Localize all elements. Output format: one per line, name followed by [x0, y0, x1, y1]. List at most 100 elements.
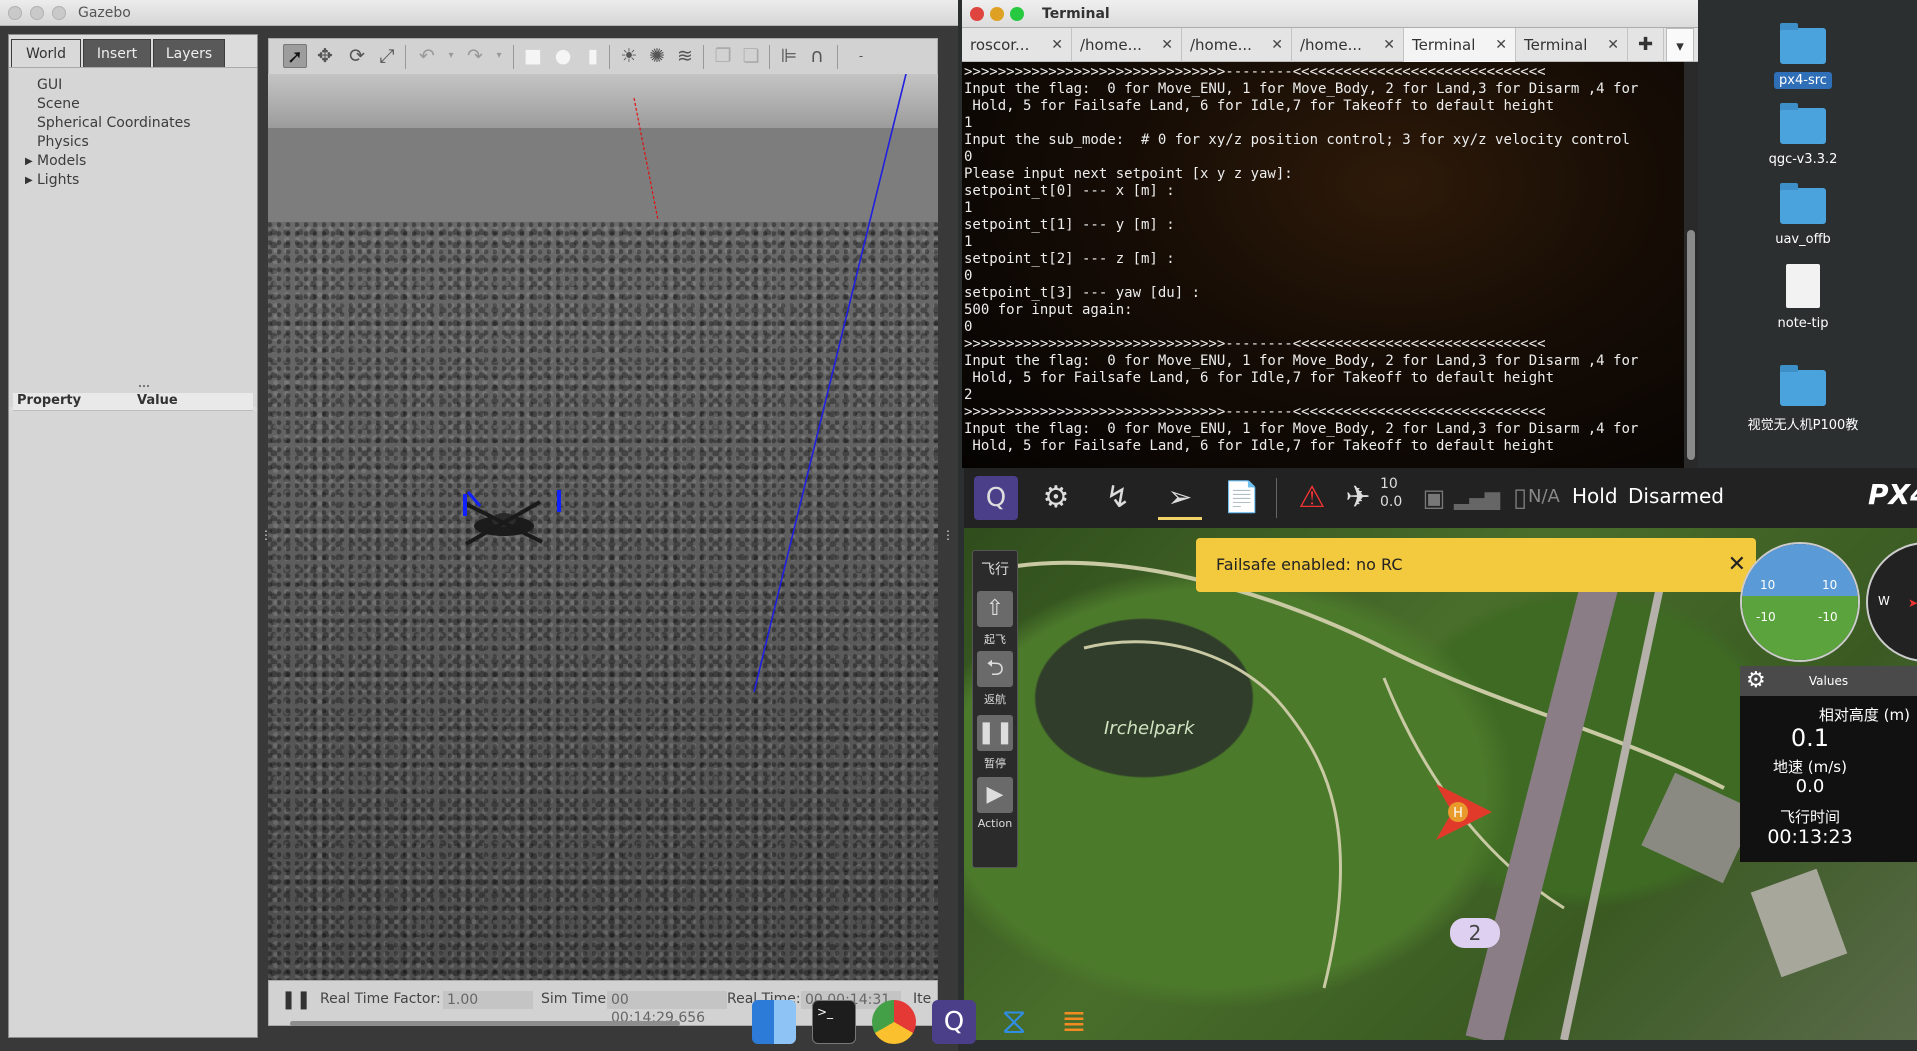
chrome-icon[interactable] — [872, 1000, 916, 1044]
minimize-window-button[interactable] — [990, 7, 1004, 21]
terminal-title: Terminal — [1042, 6, 1110, 22]
pause-icon[interactable]: ❚❚ — [281, 989, 311, 1010]
close-icon[interactable]: ✕ — [1607, 28, 1619, 62]
terminal-line: Input the flag: 0 for Move_ENU, 1 for Mo… — [964, 353, 1639, 369]
waypoint-badge[interactable]: 2 — [1450, 918, 1500, 948]
takeoff-arrow-up-icon[interactable]: ⇧ — [977, 591, 1013, 627]
expand-arrow-icon[interactable]: ▶ — [25, 152, 33, 171]
relative-altitude-value: 0.1 — [1790, 724, 1830, 752]
tab-menu-chevron-down-icon[interactable]: ▾ — [1666, 28, 1694, 62]
terminal-line: >>>>>>>>>>>>>>>>>>>>>>>>>>>>>>>--------<… — [964, 336, 1546, 352]
copy-icon[interactable]: ❐ — [711, 44, 735, 68]
terminal-line: 500 for input again: — [964, 302, 1133, 318]
gazebo-3d-viewport[interactable] — [268, 74, 938, 980]
cylinder-shape-icon[interactable]: ▮ — [581, 44, 605, 68]
close-icon[interactable]: ✕ — [1495, 28, 1507, 62]
tab-layers[interactable]: Layers — [153, 39, 225, 67]
terminal-tab[interactable]: Terminal ✕ — [1516, 28, 1628, 62]
scale-mode-icon[interactable]: ⤢ — [375, 44, 399, 68]
return-rtl-icon[interactable]: ⮌ — [977, 651, 1013, 687]
rc-transmitter-icon[interactable]: ▣ — [1412, 476, 1456, 520]
finder-icon[interactable] — [752, 1000, 796, 1044]
fly-paper-plane-icon[interactable]: ➢ — [1158, 476, 1202, 520]
paste-icon[interactable]: ❏ — [739, 44, 763, 68]
sim-time-value: 00 00:14:29.656 — [607, 991, 727, 1026]
terminal-scrollbar[interactable] — [1684, 62, 1698, 468]
tab-world[interactable]: World — [11, 39, 81, 67]
terminal-tab[interactable]: roscor... ✕ — [962, 28, 1072, 62]
pause-icon[interactable]: ❚❚ — [977, 715, 1014, 751]
spot-light-icon[interactable]: ✺ — [645, 44, 669, 68]
minimize-window-button[interactable] — [30, 6, 44, 20]
qgc-logo-button[interactable]: Q — [974, 476, 1018, 520]
tree-item-lights[interactable]: ▶ Lights — [25, 171, 79, 190]
magnet-snap-icon[interactable]: ∩ — [805, 44, 829, 68]
terminal-line: 0 — [964, 319, 973, 335]
new-tab-plus-icon[interactable]: ✚ — [1628, 28, 1664, 62]
relative-altitude-label: 相对高度 (m) — [1818, 706, 1910, 724]
desktop-icon-p100[interactable]: 视觉无人机P100教 — [1733, 365, 1873, 433]
panel-splitter[interactable] — [139, 385, 149, 389]
tab-insert[interactable]: Insert — [83, 39, 151, 67]
vscode-icon[interactable]: ⧖ — [992, 1000, 1036, 1044]
chevron-down-icon[interactable]: ▾ — [487, 44, 511, 68]
expand-arrow-icon[interactable]: ▶ — [25, 171, 33, 190]
close-icon[interactable]: ✕ — [1051, 28, 1063, 62]
align-icon[interactable]: ⊫ — [777, 44, 801, 68]
terminal-output[interactable]: >>>>>>>>>>>>>>>>>>>>>>>>>>>>>>>--------<… — [962, 62, 1684, 468]
close-window-button[interactable] — [970, 7, 984, 21]
more-icon[interactable]: - — [849, 44, 873, 68]
fly-tools-title: 飞行 — [981, 562, 1009, 578]
terminal-tab[interactable]: /home... ✕ — [1292, 28, 1404, 62]
attitude-indicator: 10 10 -10 -10 — [1740, 542, 1860, 662]
tree-item-models[interactable]: ▶ Models — [25, 152, 86, 171]
maximize-window-button[interactable] — [1010, 7, 1024, 21]
home-position-marker[interactable]: H — [1434, 782, 1494, 842]
analyze-doc-icon[interactable]: 📄 — [1220, 476, 1264, 520]
rotate-mode-icon[interactable]: ⟳ — [345, 44, 369, 68]
desktop-icon-note-tip[interactable]: note-tip — [1733, 264, 1873, 331]
select-mode-icon[interactable]: ➚ — [283, 44, 307, 68]
qgroundcontrol-app-icon[interactable]: Q — [932, 1000, 976, 1044]
undo-icon[interactable]: ↶ — [415, 44, 439, 68]
scrollbar-thumb[interactable] — [1687, 230, 1695, 460]
terminal-tab[interactable]: /home... ✕ — [1072, 28, 1182, 62]
terminal-tab[interactable]: /home... ✕ — [1182, 28, 1292, 62]
desktop-icon-px4-src[interactable]: px4-src — [1733, 23, 1873, 89]
plan-route-icon[interactable]: ↯ — [1096, 476, 1140, 520]
chevron-down-icon[interactable]: ▾ — [439, 44, 463, 68]
close-icon[interactable]: ✕ — [1271, 28, 1283, 62]
settings-gears-icon[interactable]: ⚙ — [1034, 476, 1078, 520]
terminal-tab-active[interactable]: Terminal ✕ — [1404, 28, 1516, 62]
tree-item-physics[interactable]: Physics — [37, 133, 89, 152]
tree-item-spherical-coordinates[interactable]: Spherical Coordinates — [37, 114, 191, 133]
box-shape-icon[interactable]: ■ — [521, 44, 545, 68]
close-window-button[interactable] — [8, 6, 22, 20]
arm-state[interactable]: Disarmed — [1628, 484, 1724, 508]
redo-icon[interactable]: ↷ — [463, 44, 487, 68]
directional-light-icon[interactable]: ≋ — [673, 44, 697, 68]
ground-speed-label: 地速 (m/s) — [1773, 758, 1847, 776]
desktop-icon-label: qgc-v3.3.2 — [1768, 152, 1838, 167]
warning-icon[interactable]: ⚠ — [1290, 476, 1334, 520]
play-action-icon[interactable]: ▶ — [977, 777, 1013, 813]
tree-item-scene[interactable]: Scene — [37, 95, 80, 114]
horizontal-scrollbar[interactable] — [290, 1021, 680, 1026]
gear-icon[interactable]: ⚙ — [1746, 666, 1766, 696]
flight-mode[interactable]: Hold — [1572, 484, 1618, 508]
desktop-icon-qgc[interactable]: qgc-v3.3.2 — [1733, 103, 1873, 167]
terminal-line: Hold, 5 for Failsafe Land, 6 for Idle,7 … — [964, 98, 1555, 114]
sublime-stack-icon[interactable]: ≣ — [1052, 1000, 1096, 1044]
tree-item-gui[interactable]: GUI — [37, 76, 62, 95]
gps-satellite-icon[interactable]: ✈ — [1336, 476, 1380, 520]
close-icon[interactable]: ✕ — [1161, 28, 1173, 62]
translate-mode-icon[interactable]: ✥ — [313, 44, 337, 68]
terminal-app-icon[interactable]: >_ — [812, 1000, 856, 1044]
right-panel-grip[interactable]: ⋮ — [942, 528, 954, 542]
maximize-window-button[interactable] — [52, 6, 66, 20]
desktop-icon-label: note-tip — [1777, 316, 1829, 331]
close-icon[interactable]: ✕ — [1383, 28, 1395, 62]
sphere-shape-icon[interactable]: ● — [551, 44, 575, 68]
point-light-icon[interactable]: ☀ — [617, 44, 641, 68]
desktop-icon-uav-offb[interactable]: uav_offb — [1733, 183, 1873, 247]
